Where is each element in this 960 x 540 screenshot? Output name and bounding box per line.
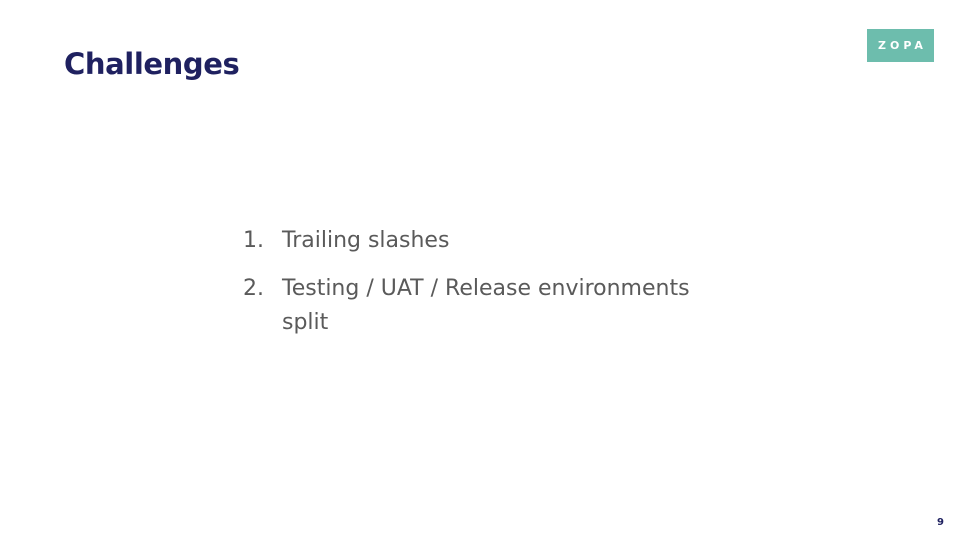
challenges-list: 1. Trailing slashes 2. Testing / UAT / R… (243, 224, 723, 354)
zopa-logo: ZOPA (867, 29, 934, 62)
list-item-text: Testing / UAT / Release environments spl… (282, 276, 690, 335)
list-item-number: 2. (243, 276, 264, 301)
list-item: 2. Testing / UAT / Release environments … (243, 272, 723, 340)
list-item: 1. Trailing slashes (243, 224, 723, 258)
list-item-number: 1. (243, 228, 264, 253)
page-number: 9 (937, 517, 944, 528)
slide-title: Challenges (64, 47, 240, 81)
list-item-text: Trailing slashes (282, 228, 450, 253)
logo-text: ZOPA (878, 39, 927, 52)
slide: Challenges ZOPA 1. Trailing slashes 2. T… (0, 0, 960, 540)
